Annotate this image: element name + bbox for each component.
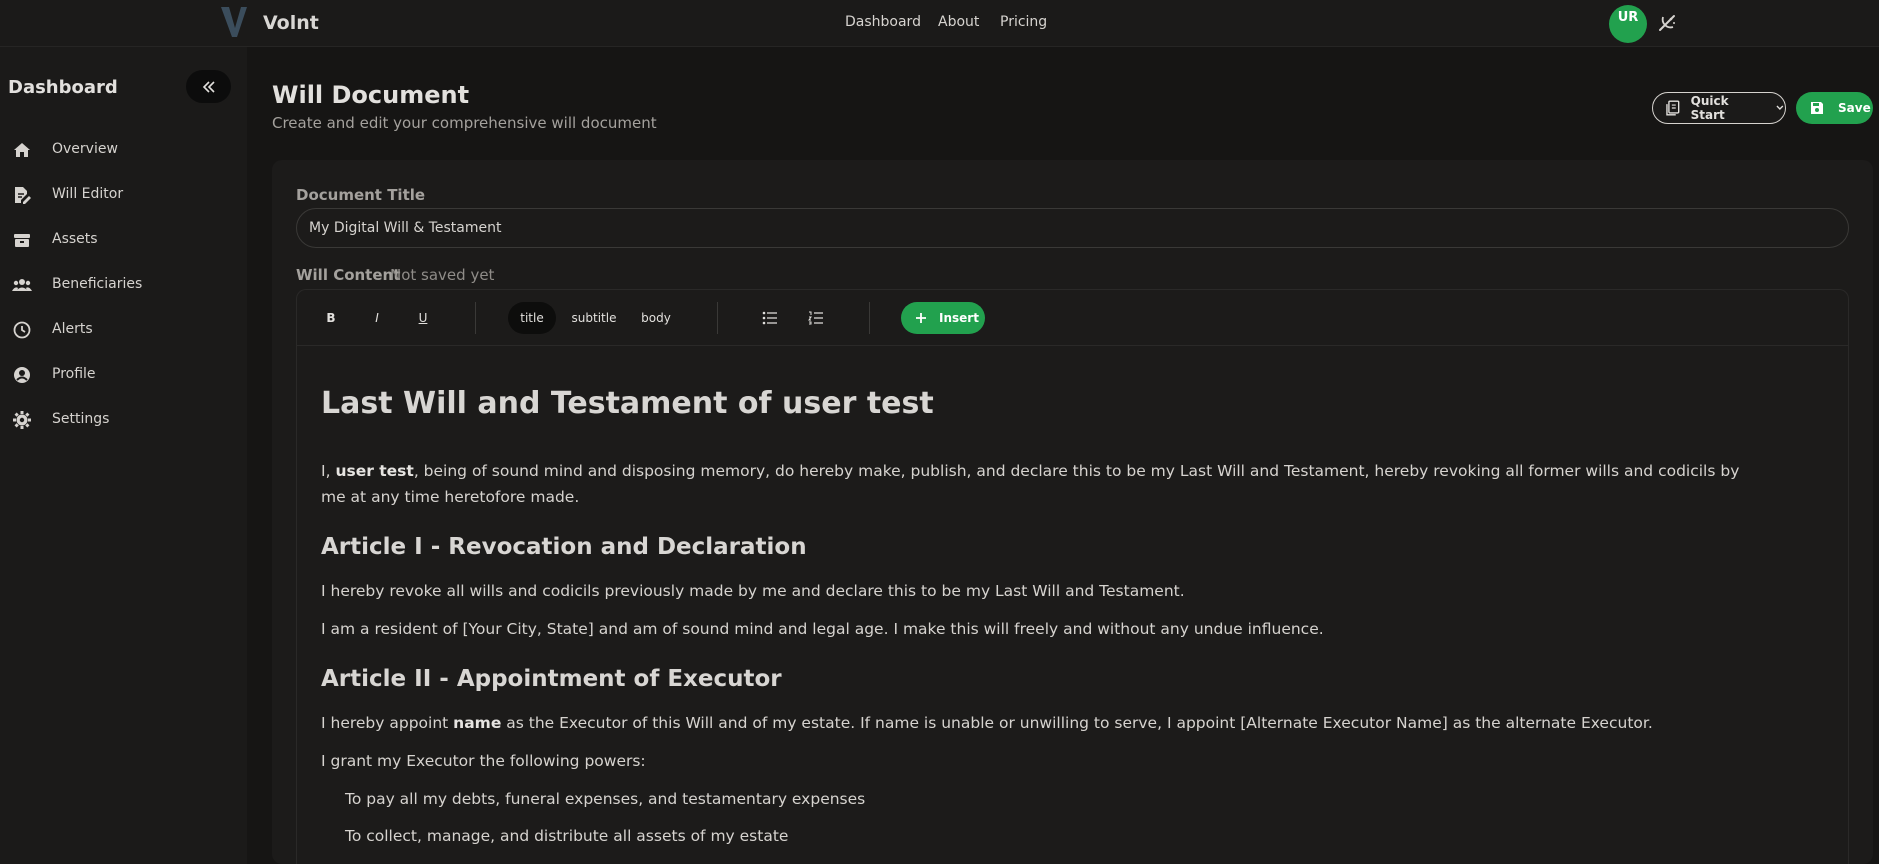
editor-toolbar: B I U title subtitle body Insert [297,290,1848,346]
sidebar-collapse-button[interactable] [186,70,231,103]
toolbar-divider [717,302,718,334]
theme-toggle-icon[interactable] [1656,12,1678,34]
article-2-paragraph-1: I hereby appoint name as the Executor of… [321,710,1761,736]
list-item: To pay all my debts, funeral expenses, a… [345,790,866,808]
sidebar-item-alerts[interactable]: Alerts [0,310,247,350]
chevron-down-icon [1776,105,1784,110]
article-2-paragraph-2: I grant my Executor the following powers… [321,752,646,770]
page-subtitle: Create and edit your comprehensive will … [272,114,657,132]
sidebar-item-overview[interactable]: Overview [0,130,247,170]
document-heading: Last Will and Testament of user test [321,386,934,421]
nav-link-about[interactable]: About [938,14,979,30]
article-1-paragraph-2: I am a resident of [Your City, State] an… [321,620,1324,638]
insert-label: Insert [939,311,979,325]
app-name[interactable]: Volnt [263,12,319,34]
sidebar: Dashboard Overview Will Editor Assets Be… [0,47,247,864]
page-title: Will Document [272,81,470,109]
sidebar-item-settings[interactable]: Settings [0,400,247,440]
clock-icon [13,321,31,339]
sidebar-item-label: Overview [52,141,118,157]
toolbar-divider [475,302,476,334]
toolbar-divider [869,302,870,334]
rich-text-editor[interactable]: B I U title subtitle body Insert Last Wi… [296,289,1849,864]
volnt-logo-icon[interactable] [220,6,248,38]
numbered-list-button[interactable] [800,302,832,334]
users-icon [12,279,32,291]
sidebar-item-label: Settings [52,411,110,427]
sidebar-item-label: Assets [52,231,98,247]
sidebar-title: Dashboard [8,77,118,98]
executor-name: name [453,714,502,732]
archive-icon [14,234,30,247]
document-edit-icon [15,187,31,204]
document-title-label: Document Title [296,186,426,204]
bold-button[interactable]: B [315,302,347,334]
style-body-button[interactable]: body [632,302,680,334]
testator-name: user test [335,462,414,480]
intro-paragraph: I, user test, being of sound mind and di… [321,458,1761,510]
save-button[interactable]: Save [1796,92,1873,124]
numbered-list-icon [808,311,823,325]
sidebar-item-beneficiaries[interactable]: Beneficiaries [0,265,247,305]
quick-start-label: Quick Start [1690,94,1729,122]
quick-start-button[interactable]: Quick Start [1652,92,1786,124]
will-content-label: Will Content [296,266,401,284]
appoint-text: as the Executor of this Will and of my e… [501,714,1653,732]
style-title-button[interactable]: title [508,302,556,334]
bullet-list-button[interactable] [754,302,786,334]
italic-button[interactable]: I [361,302,393,334]
sidebar-item-assets[interactable]: Assets [0,220,247,260]
sidebar-item-label: Will Editor [52,186,124,202]
sidebar-item-profile[interactable]: Profile [0,355,247,395]
list-item: To collect, manage, and distribute all a… [345,827,789,845]
article-1-heading: Article I - Revocation and Declaration [321,534,807,560]
sidebar-item-label: Alerts [52,321,93,337]
gear-icon [13,411,31,429]
save-status: Not saved yet [390,266,495,284]
underline-button[interactable]: U [407,302,439,334]
intro-text: , being of sound mind and disposing memo… [321,462,1740,506]
save-label: Save [1838,101,1871,115]
avatar[interactable]: UR [1609,5,1647,43]
plus-icon [916,313,926,323]
insert-button[interactable]: Insert [901,302,985,334]
bullet-list-icon [762,311,777,325]
sidebar-item-label: Profile [52,366,96,382]
sidebar-item-label: Beneficiaries [52,276,143,292]
floppy-disk-icon [1811,102,1823,114]
home-icon [14,143,30,157]
sidebar-item-will-editor[interactable]: Will Editor [0,175,247,215]
documents-icon [1666,100,1680,116]
article-1-paragraph-1: I hereby revoke all wills and codicils p… [321,582,1185,600]
document-title-input[interactable] [296,208,1849,248]
appoint-prefix: I hereby appoint [321,714,454,732]
top-navbar: Volnt Dashboard About Pricing UR [0,0,1879,47]
double-chevron-left-icon [202,80,215,93]
intro-prefix: I, [321,462,336,480]
nav-link-dashboard[interactable]: Dashboard [845,14,921,30]
nav-link-pricing[interactable]: Pricing [1000,14,1047,30]
article-2-heading: Article II - Appointment of Executor [321,666,782,692]
style-subtitle-button[interactable]: subtitle [562,302,626,334]
user-circle-icon [14,367,30,383]
